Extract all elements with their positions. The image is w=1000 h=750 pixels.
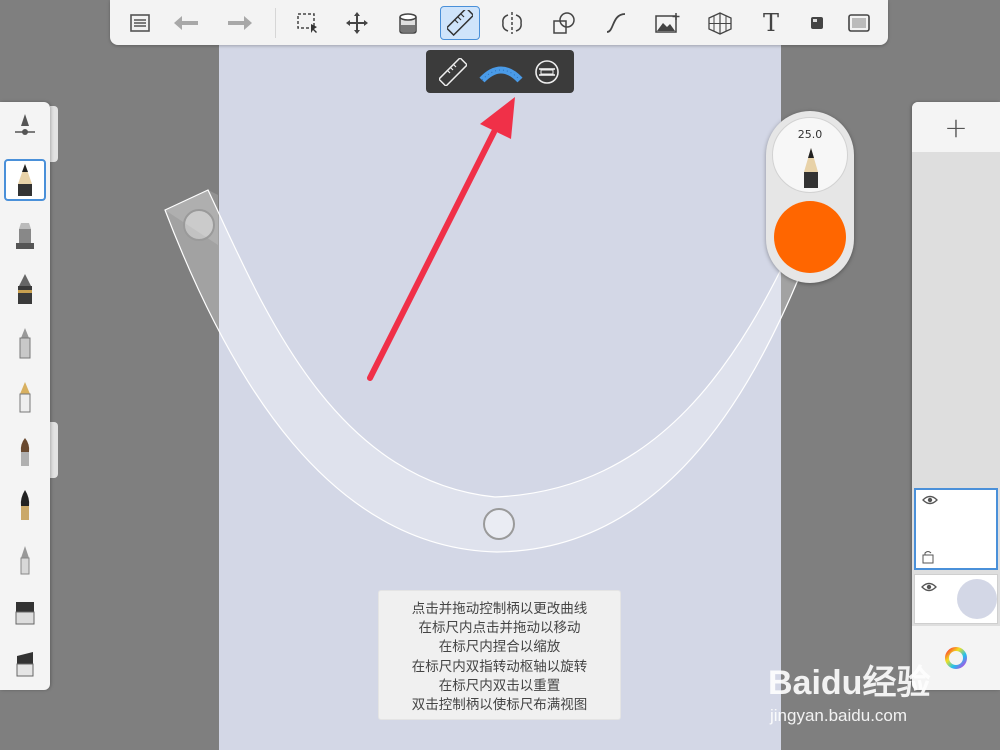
marker-icon[interactable] bbox=[4, 322, 46, 364]
brush-puck[interactable]: 25.0 bbox=[766, 111, 854, 283]
brush-size-control[interactable]: 25.0 bbox=[772, 117, 848, 193]
hint-line: 双击控制柄以使标尺布满视图 bbox=[411, 697, 588, 714]
ellipse-guide-icon[interactable] bbox=[530, 55, 564, 89]
pencil-icon[interactable] bbox=[4, 159, 46, 201]
paint-bucket-icon[interactable] bbox=[388, 6, 428, 40]
annotation-arrow bbox=[367, 97, 515, 381]
background-layer-thumbnail[interactable] bbox=[914, 574, 998, 624]
hint-line: 在标尺内点击并拖动以移动 bbox=[418, 620, 581, 637]
control-handle-start[interactable] bbox=[183, 209, 215, 241]
color-swatch[interactable] bbox=[774, 201, 846, 273]
straight-ruler-icon[interactable] bbox=[436, 55, 470, 89]
layer-lock-icon[interactable] bbox=[922, 550, 934, 564]
smudge-icon[interactable] bbox=[4, 538, 46, 580]
move-icon[interactable] bbox=[337, 6, 377, 40]
selection-icon[interactable] bbox=[288, 6, 328, 40]
airbrush-icon[interactable] bbox=[4, 214, 46, 256]
text-tool-label: T bbox=[762, 9, 779, 37]
redo-icon[interactable] bbox=[220, 6, 260, 40]
image-add-icon[interactable] bbox=[648, 6, 688, 40]
hint-line: 在标尺内捏合以缩放 bbox=[438, 639, 561, 656]
layers-panel: + bbox=[912, 102, 1000, 690]
ruler-body[interactable] bbox=[164, 189, 801, 553]
hint-line: 点击并拖动控制柄以更改曲线 bbox=[411, 601, 588, 617]
top-toolbar: T bbox=[110, 0, 888, 45]
shapes-icon[interactable] bbox=[544, 6, 584, 40]
text-icon[interactable]: T bbox=[751, 6, 791, 40]
hint-line: 在标尺内双击以重置 bbox=[438, 677, 561, 694]
symmetry-icon[interactable] bbox=[492, 6, 532, 40]
add-layer-button[interactable]: + bbox=[912, 102, 1000, 152]
watermark-logo: Baidu经验 bbox=[768, 664, 931, 702]
brush-library-panel bbox=[0, 102, 50, 690]
square-icon[interactable] bbox=[797, 6, 837, 40]
ruler-icon[interactable] bbox=[440, 6, 480, 40]
paintbrush-icon[interactable] bbox=[4, 430, 46, 472]
perspective-grid-icon[interactable] bbox=[700, 6, 740, 40]
curve-icon[interactable] bbox=[596, 6, 636, 40]
eye-icon[interactable] bbox=[922, 494, 938, 506]
watermark-url: jingyan.baidu.com bbox=[770, 706, 908, 725]
background-color-swatch[interactable] bbox=[957, 579, 997, 619]
pencil-icon bbox=[804, 148, 818, 188]
ink-brush-icon[interactable] bbox=[4, 484, 46, 526]
soft-eraser-icon[interactable] bbox=[4, 644, 46, 686]
eye-icon[interactable] bbox=[921, 581, 937, 593]
eraser-icon[interactable] bbox=[4, 592, 46, 634]
layer-thumbnail[interactable] bbox=[914, 488, 998, 570]
brush-panel-handle-bottom[interactable] bbox=[50, 422, 58, 478]
control-handle-middle[interactable] bbox=[483, 508, 515, 540]
brush-size-value: 25.0 bbox=[797, 128, 823, 141]
color-wheel-icon[interactable] bbox=[944, 646, 968, 670]
brush-slider-icon[interactable] bbox=[4, 104, 46, 146]
brush-panel-handle-top[interactable] bbox=[50, 106, 58, 162]
fullscreen-icon[interactable] bbox=[839, 6, 879, 40]
ruler-type-popup bbox=[426, 50, 574, 93]
fountain-pen-icon[interactable] bbox=[4, 376, 46, 418]
ballpoint-pen-icon[interactable] bbox=[4, 268, 46, 310]
undo-icon[interactable] bbox=[166, 6, 206, 40]
hint-line: 在标尺内双指转动枢轴以旋转 bbox=[411, 658, 588, 675]
ruler-hint-box: 点击并拖动控制柄以更改曲线 在标尺内点击并拖动以移动 在标尺内捏合以缩放 在标尺… bbox=[378, 590, 621, 720]
french-curve-icon[interactable] bbox=[479, 55, 523, 89]
list-icon[interactable] bbox=[120, 6, 160, 40]
